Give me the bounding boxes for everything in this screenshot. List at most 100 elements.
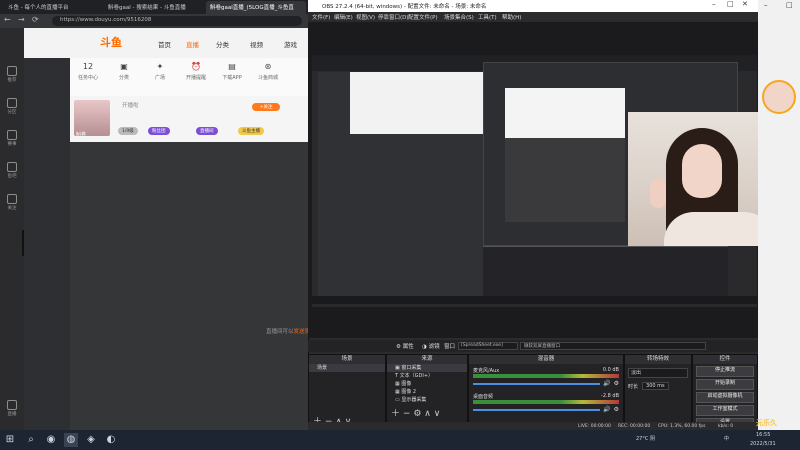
stat-task[interactable]: 12 任务中心 — [70, 62, 106, 81]
remove-icon[interactable]: − — [403, 409, 411, 419]
menu-help[interactable]: 帮助(H) — [502, 13, 521, 21]
clock-time[interactable]: 16:55 — [756, 432, 770, 438]
window-select[interactable]: [SpreadSheet.exe] — [458, 342, 518, 350]
stop-streaming-button[interactable]: 停止推流 — [696, 366, 754, 377]
mixer-channel-db: -2.8 dB — [601, 393, 619, 399]
clock-date[interactable]: 2022/5/31 — [750, 441, 776, 447]
fans-tag[interactable]: 粉丝团 — [148, 127, 170, 135]
start-icon[interactable]: ⊞ — [3, 433, 17, 447]
down-icon[interactable]: ∨ — [434, 409, 441, 419]
gear-icon[interactable]: ⚙ — [614, 380, 619, 387]
duration-input[interactable]: 300 ms — [642, 382, 669, 390]
edge-icon[interactable]: ◐ — [104, 433, 118, 447]
browser-tab[interactable]: 斛卷gaal - 搜索结果 - 斗鱼直播 — [104, 1, 204, 14]
anchor-tag[interactable]: 斗鱼主播 — [238, 127, 264, 135]
source-item[interactable]: ▭ 显示器采集 — [387, 396, 467, 404]
transition-select[interactable]: 淡出 — [628, 368, 688, 378]
obs-title-bar: OBS 27.2.4 (64-bit, windows) - 配置文件: 未命名… — [308, 0, 758, 12]
reload-icon[interactable]: ⟳ — [32, 15, 39, 24]
sidebar-item-live[interactable]: 直播 — [0, 400, 24, 417]
stat-category[interactable]: ▣ 分类 — [106, 62, 142, 81]
nav-video[interactable]: 视频 — [250, 39, 263, 49]
video-player-area[interactable] — [70, 142, 308, 430]
ime-indicator[interactable]: 中 — [724, 435, 729, 442]
source-item[interactable]: ▦ 图像 2 — [387, 388, 467, 396]
source-item[interactable]: T 文本（GDI+） — [387, 372, 467, 380]
filters-button[interactable]: ◑ 滤镜 — [422, 342, 440, 350]
nested-obs-docks — [483, 246, 728, 296]
up-icon[interactable]: ∧ — [424, 409, 431, 419]
back-icon[interactable]: ← — [4, 15, 11, 24]
address-bar[interactable]: https://www.douyu.com/9516208 — [52, 16, 302, 26]
watermark: 元乐久 — [756, 419, 777, 427]
obs-icon[interactable]: ◍ — [64, 433, 78, 447]
sidebar-item-category[interactable]: 分区 — [0, 98, 24, 115]
maximize-icon[interactable]: □ — [727, 0, 734, 8]
stat-app[interactable]: ▤ 下载APP — [214, 62, 250, 81]
close-icon[interactable]: ✕ — [742, 0, 748, 8]
browser-tab[interactable]: 斗鱼 - 每个人的直播平台 — [4, 1, 102, 14]
app-icon[interactable]: ◈ — [84, 433, 98, 447]
rec-timer: REC: 00:00:00 — [618, 424, 651, 429]
sources-dock: 来源 ▣ 窗口采集 T 文本（GDI+） ▦ 图像 ▦ 图像 2 ▭ 显示器采集… — [386, 354, 468, 426]
menu-edit[interactable]: 编辑(E) — [334, 13, 353, 21]
room-tag[interactable]: 直播间 — [196, 127, 218, 135]
scene-item[interactable]: 场景 — [309, 364, 385, 372]
site-logo[interactable]: 斗鱼 — [100, 34, 122, 50]
background-window — [758, 0, 800, 430]
follow-button[interactable]: +关注 — [252, 103, 280, 111]
weather-status[interactable]: 27°C 阴 — [636, 435, 655, 442]
speaker-icon[interactable]: 🔊 — [603, 380, 610, 387]
source-item[interactable]: ▣ 窗口采集 — [387, 364, 467, 372]
forward-icon[interactable]: → — [18, 15, 25, 24]
volume-meter — [473, 374, 619, 378]
menu-docks[interactable]: 停靠窗口(D) — [378, 13, 409, 21]
menu-scenes[interactable]: 场景集合(S) — [444, 13, 474, 21]
browser-tab-active[interactable]: 斛卷gaal直播_(5LOG直播_斗鱼直 — [206, 1, 306, 14]
minimize-icon[interactable]: – — [764, 1, 768, 9]
search-icon[interactable]: ⌕ — [24, 433, 38, 447]
menu-profile[interactable]: 配置文件(P) — [408, 13, 438, 21]
sidebar-item-follow[interactable]: 关注 — [0, 194, 24, 211]
nav-game[interactable]: 游戏 — [284, 39, 297, 49]
virtual-camera-button[interactable]: 启动虚拟摄像机 — [696, 392, 754, 403]
volume-slider[interactable] — [473, 408, 601, 411]
scenes-dock: 场景 场景 ＋ − ∧ ∨ — [308, 354, 386, 427]
stat-shop[interactable]: ⊛ 斗鱼商城 — [250, 62, 286, 81]
windows-taskbar — [0, 430, 800, 450]
preview-site-header — [350, 72, 483, 134]
menu-tools[interactable]: 工具(T) — [478, 13, 497, 21]
gear-icon[interactable]: ⚙ — [614, 406, 619, 413]
cpu-status: CPU: 1.3%, 60.00 fps — [658, 424, 706, 429]
add-icon[interactable]: ＋ — [391, 409, 400, 419]
obs-menu-bar: 文件(F) 编辑(E) 视图(V) 停靠窗口(D) 配置文件(P) 场景集合(S… — [308, 12, 758, 22]
nav-category[interactable]: 分类 — [216, 39, 229, 49]
menu-view[interactable]: 视图(V) — [356, 13, 375, 21]
browser-tab-bar: 斗鱼 - 每个人的直播平台 斛卷gaal - 搜索结果 - 斗鱼直播 斛卷gaa… — [0, 0, 308, 14]
gear-icon[interactable]: ⚙ — [413, 409, 421, 419]
sidebar-item-recommend[interactable]: 推荐 — [0, 66, 24, 83]
window-title-select[interactable]: 微软双屏直播窗口 — [520, 342, 706, 350]
minimize-icon[interactable]: – — [712, 0, 716, 8]
nav-home[interactable]: 首页 — [158, 39, 171, 49]
restore-icon[interactable]: □ — [786, 1, 793, 9]
properties-button[interactable]: ⚙ 属性 — [396, 342, 414, 350]
speaker-icon[interactable]: 🔊 — [603, 406, 610, 413]
sidebar-item-fishbar[interactable]: 鱼吧 — [0, 162, 24, 179]
sources-header: 来源 — [387, 355, 467, 364]
sidebar-item-events[interactable]: 赛事 — [0, 130, 24, 147]
studio-mode-button[interactable]: 工作室模式 — [696, 405, 754, 416]
stat-remind[interactable]: ⏰ 开播提醒 — [178, 62, 214, 81]
controls-dock: 控件 停止推流 开始录制 启动虚拟摄像机 工作室模式 设置 退出 — [692, 354, 758, 442]
avatar[interactable] — [762, 80, 796, 114]
nav-live[interactable]: 直播 — [186, 39, 199, 49]
mixer-channel-name: 桌面音频 — [473, 394, 494, 400]
nested-video — [505, 138, 625, 222]
source-item[interactable]: ▦ 图像 — [387, 380, 467, 388]
stat-plaza[interactable]: ✦ 广场 — [142, 62, 178, 81]
menu-file[interactable]: 文件(F) — [312, 13, 330, 21]
transitions-dock: 转场特效 淡出 时长 300 ms — [624, 354, 692, 426]
volume-slider[interactable] — [473, 382, 601, 385]
start-recording-button[interactable]: 开始录制 — [696, 379, 754, 390]
steam-icon[interactable]: ◉ — [44, 433, 58, 447]
